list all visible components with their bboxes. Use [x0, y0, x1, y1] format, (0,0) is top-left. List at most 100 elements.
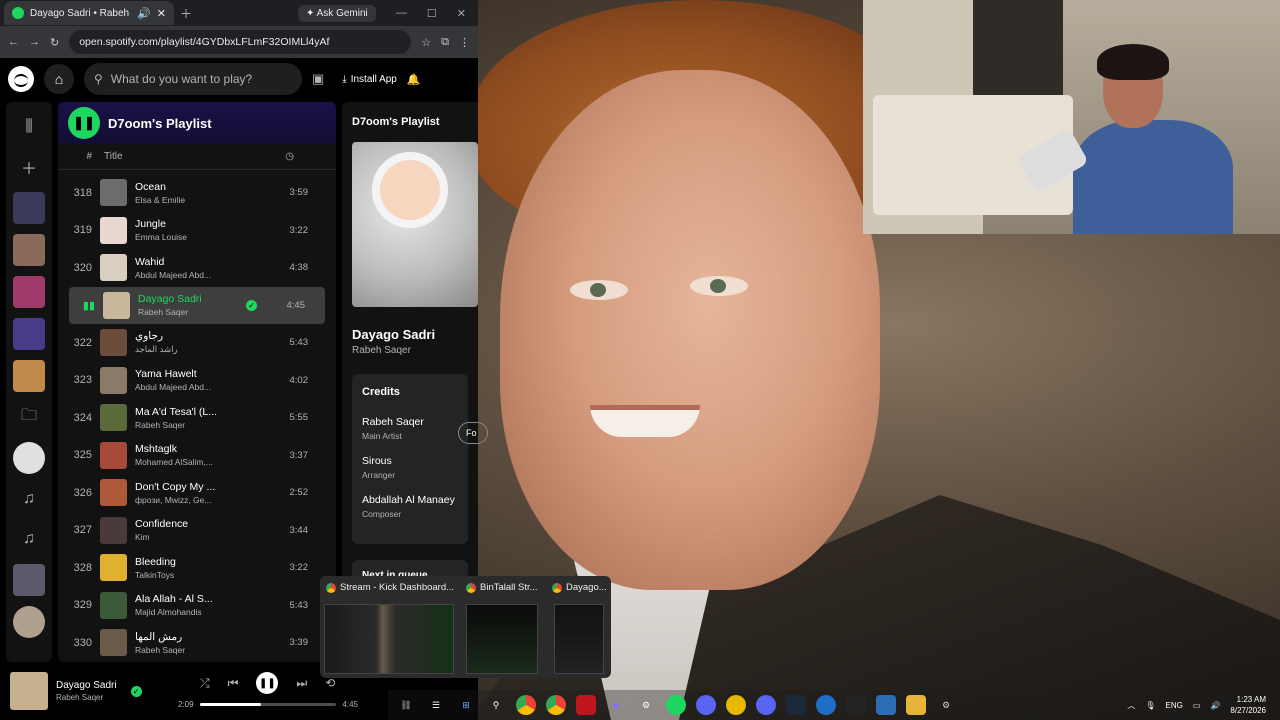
- track-row[interactable]: 330 رمش المها Rabeh Saqer 3:39: [58, 624, 336, 662]
- track-title[interactable]: Ma A'd Tesa'l (L...: [135, 406, 260, 418]
- steam-icon[interactable]: [786, 695, 806, 715]
- music-note-icon[interactable]: ♫: [14, 484, 44, 514]
- bookmark-star-icon[interactable]: ☆: [421, 36, 431, 49]
- track-row[interactable]: 319 Jungle Emma Louise 3:22: [58, 212, 336, 250]
- track-row[interactable]: 322 رجاوي راشد الماجد 5:43: [58, 324, 336, 362]
- track-row[interactable]: ▮▮ Dayago Sadri Rabeh Saqer ✓ 4:45: [69, 286, 325, 324]
- track-title[interactable]: Confidence: [135, 518, 260, 530]
- previous-icon[interactable]: ⏮: [228, 676, 239, 691]
- app-icon[interactable]: [726, 695, 746, 715]
- close-window-icon[interactable]: ✕: [457, 7, 466, 20]
- track-title[interactable]: Ala Allah - Al S...: [135, 593, 260, 605]
- shuffle-icon[interactable]: ⤮: [200, 676, 210, 691]
- progress-bar[interactable]: [199, 703, 337, 706]
- preview-item[interactable]: BinTalall Str...: [466, 582, 550, 593]
- settings-gear-icon[interactable]: ⚙: [636, 695, 656, 715]
- preview-item[interactable]: Stream - Kick Dashboard...: [326, 582, 456, 593]
- menu-icon[interactable]: ⋮: [459, 36, 470, 49]
- link-icon[interactable]: ⛓: [396, 695, 416, 715]
- track-artist[interactable]: Abdul Majeed Abd...: [135, 382, 260, 392]
- forward-icon[interactable]: →: [29, 36, 40, 48]
- track-title[interactable]: رجاوي: [135, 330, 260, 342]
- ask-gemini-button[interactable]: ✦ Ask Gemini: [298, 4, 376, 22]
- now-playing-artist[interactable]: Rabeh Saqer: [352, 345, 468, 356]
- track-title[interactable]: Ocean: [135, 181, 260, 193]
- track-title[interactable]: Wahid: [135, 256, 260, 268]
- track-artist[interactable]: راشد الماجد: [135, 344, 260, 355]
- home-button[interactable]: ⌂: [44, 64, 74, 94]
- back-icon[interactable]: ←: [8, 36, 19, 48]
- track-row[interactable]: 320 Wahid Abdul Majeed Abd... 4:38: [58, 249, 336, 287]
- track-row[interactable]: 318 Ocean Elsa & Emilie 3:59: [58, 174, 336, 212]
- preview-thumbnail[interactable]: [324, 604, 454, 674]
- track-artist[interactable]: Abdul Majeed Abd...: [135, 270, 260, 280]
- library-item[interactable]: [13, 442, 45, 474]
- track-artist[interactable]: фрози, Mwizz, Ge...: [135, 495, 260, 505]
- spotify-icon[interactable]: [666, 695, 686, 715]
- app-icon[interactable]: [816, 695, 836, 715]
- library-item[interactable]: [13, 606, 45, 638]
- track-row[interactable]: 326 Don't Copy My ... фрози, Mwizz, Ge... 2…: [58, 474, 336, 512]
- library-item[interactable]: [13, 234, 45, 266]
- player-artist[interactable]: Rabeh Saqer: [56, 693, 117, 702]
- track-title[interactable]: Dayago Sadri: [138, 293, 238, 305]
- library-item[interactable]: [13, 360, 45, 392]
- track-artist[interactable]: Kim: [135, 532, 260, 542]
- player-song[interactable]: Dayago Sadri: [56, 680, 117, 691]
- play-pause-button[interactable]: ❚❚: [256, 672, 279, 694]
- credit-name[interactable]: Abdallah Al Manaey: [362, 494, 458, 506]
- reload-icon[interactable]: ↻: [50, 36, 59, 49]
- track-artist[interactable]: Elsa & Emilie: [135, 195, 260, 205]
- track-row[interactable]: 327 Confidence Kim 3:44: [58, 512, 336, 550]
- folder-icon[interactable]: 🗀: [14, 402, 44, 432]
- search-icon[interactable]: ⚲: [486, 695, 506, 715]
- bell-icon[interactable]: 🔔: [407, 73, 421, 86]
- folder-icon[interactable]: [906, 695, 926, 715]
- chrome-icon[interactable]: [546, 695, 566, 715]
- chrome-icon[interactable]: [516, 695, 536, 715]
- track-artist[interactable]: Majid Almohandis: [135, 607, 260, 617]
- volume-icon[interactable]: 🔊: [1210, 701, 1220, 710]
- track-title[interactable]: Yama Hawelt: [135, 368, 260, 380]
- app-icon[interactable]: ⚙: [936, 695, 956, 715]
- discord-icon[interactable]: [756, 695, 776, 715]
- track-title[interactable]: رمش المها: [135, 631, 260, 643]
- menu-lines-icon[interactable]: ☰: [426, 695, 446, 715]
- minimize-icon[interactable]: —: [396, 7, 407, 20]
- epic-games-icon[interactable]: [846, 695, 866, 715]
- saved-check-icon[interactable]: ✓: [130, 685, 142, 697]
- diamond-icon[interactable]: ◆: [606, 695, 626, 715]
- install-app-button[interactable]: ⤓ Install App: [342, 74, 397, 85]
- credit-name[interactable]: Rabeh Saqer: [362, 416, 458, 428]
- track-title[interactable]: Jungle: [135, 218, 260, 230]
- library-item[interactable]: [13, 318, 45, 350]
- track-artist[interactable]: Mohamed AlSalim,...: [135, 457, 260, 467]
- track-row[interactable]: 324 Ma A'd Tesa'l (L... Rabeh Saqer 5:55: [58, 399, 336, 437]
- preview-item[interactable]: Dayago...: [552, 582, 608, 593]
- library-item[interactable]: [13, 192, 45, 224]
- discord-icon[interactable]: [696, 695, 716, 715]
- clock[interactable]: 1:23 AM 8/27/2026: [1230, 694, 1266, 716]
- next-icon[interactable]: ⏭: [296, 676, 307, 691]
- windows-start-icon[interactable]: ⊞: [456, 695, 476, 715]
- track-row[interactable]: 328 Bleeding TalkinToys 3:22: [58, 549, 336, 587]
- track-title[interactable]: Mshtaglk: [135, 443, 260, 455]
- preview-thumbnail[interactable]: [554, 604, 604, 674]
- library-item[interactable]: [13, 276, 45, 308]
- chevron-up-icon[interactable]: ︿: [1127, 700, 1135, 711]
- tab-spotify[interactable]: Dayago Sadri • Rabeh Saq 🔊 ✕: [4, 1, 174, 25]
- follow-button[interactable]: Fo: [458, 422, 488, 444]
- track-artist[interactable]: TalkinToys: [135, 570, 260, 580]
- track-title[interactable]: Don't Copy My ...: [135, 481, 260, 493]
- spotify-logo-icon[interactable]: [8, 66, 34, 92]
- language-indicator[interactable]: ENG: [1166, 701, 1183, 710]
- track-row[interactable]: 329 Ala Allah - Al S... Majid Almohandis 5:…: [58, 587, 336, 625]
- new-tab-icon[interactable]: ＋: [180, 5, 192, 22]
- track-artist[interactable]: Rabeh Saqer: [138, 307, 238, 317]
- speaker-icon[interactable]: 🔊: [137, 7, 151, 20]
- preview-thumbnail[interactable]: [466, 604, 538, 674]
- library-item[interactable]: [13, 564, 45, 596]
- now-playing-song[interactable]: Dayago Sadri: [352, 327, 468, 342]
- saved-check-icon[interactable]: ✓: [246, 299, 257, 311]
- tab-close-icon[interactable]: ✕: [157, 7, 166, 20]
